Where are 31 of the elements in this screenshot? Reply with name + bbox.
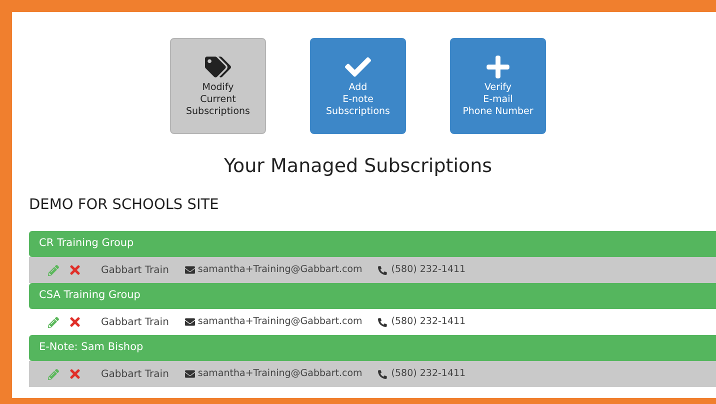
edit-icon[interactable] (48, 264, 59, 276)
contact-phone: (580) 232-1411 (391, 315, 466, 330)
tags-icon (205, 54, 231, 80)
action-button[interactable]: Add E-note Subscriptions (310, 38, 406, 134)
action-button[interactable]: Verify E-mail Phone Number (450, 38, 546, 134)
action-button[interactable]: Modify Current Subscriptions (170, 38, 266, 134)
contact-name: Gabbart Train (101, 316, 169, 330)
contact-phone: (580) 232-1411 (391, 263, 466, 278)
edit-icon[interactable] (48, 316, 59, 328)
group-header: CR Training Group (29, 231, 716, 258)
envelope-icon (184, 265, 195, 276)
contact-email: samantha+Training@Gabbart.com (198, 263, 362, 278)
delete-icon[interactable] (68, 367, 82, 382)
contact-email: samantha+Training@Gabbart.com (198, 315, 362, 330)
group-header: E-Note: Sam Bishop (29, 335, 716, 362)
delete-icon[interactable] (68, 315, 82, 330)
phone-icon (378, 370, 388, 379)
phone-icon (378, 318, 388, 327)
group-header: CSA Training Group (29, 283, 716, 310)
contact-name: Gabbart Train (101, 368, 169, 382)
envelope-icon (184, 317, 195, 328)
site-heading: DEMO FOR SCHOOLS SITE (29, 196, 220, 214)
envelope-icon (184, 369, 195, 380)
edit-icon[interactable] (48, 368, 59, 380)
contact-name: Gabbart Train (101, 264, 169, 278)
contact-phone: (580) 232-1411 (391, 367, 466, 382)
plus-icon (485, 54, 511, 80)
delete-icon[interactable] (68, 263, 82, 278)
page-title: Your Managed Subscriptions (224, 154, 494, 179)
phone-icon (378, 266, 388, 275)
contact-email: samantha+Training@Gabbart.com (198, 367, 362, 382)
